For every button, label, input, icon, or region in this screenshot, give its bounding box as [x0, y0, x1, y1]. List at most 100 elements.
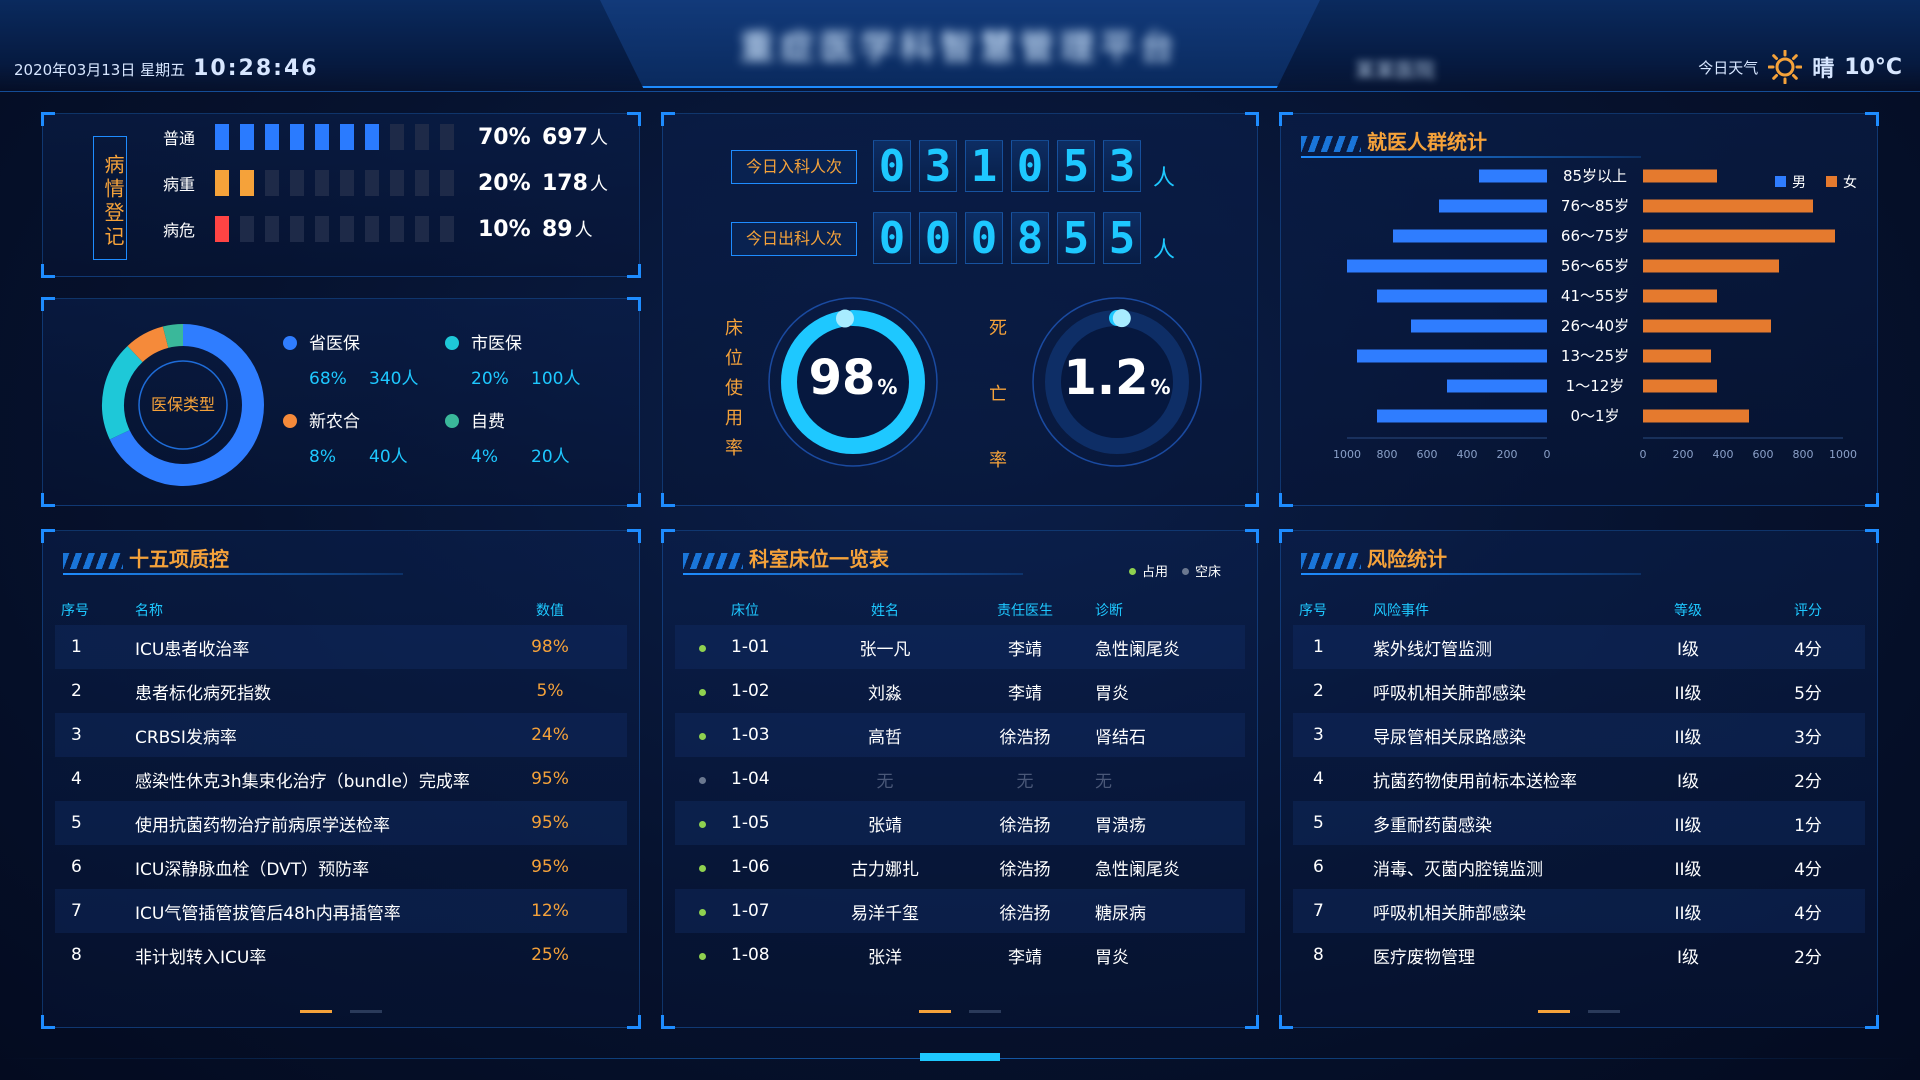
- legend-values: 4% 20人: [445, 442, 570, 467]
- quality-value: 24%: [531, 725, 569, 745]
- page-dot-2[interactable]: [350, 1010, 382, 1013]
- legend-dot: [283, 414, 297, 428]
- table-row[interactable]: 1-04 无 无 无: [675, 757, 1245, 801]
- table-row[interactable]: 5 使用抗菌药物治疗前病原学送检率 95%: [55, 801, 627, 845]
- counter-digit: 0: [873, 212, 911, 264]
- level-block: [440, 170, 454, 196]
- row-index: 3: [71, 725, 82, 745]
- table-row[interactable]: 1-05 张靖 徐浩扬 胃溃疡: [675, 801, 1245, 845]
- level-block: [315, 124, 329, 150]
- bed-doctor: 徐浩扬: [999, 727, 1051, 748]
- legend-values: 68% 340人: [283, 364, 418, 389]
- illness-level-count: 697 人: [542, 124, 608, 150]
- table-row[interactable]: 1-01 张一凡 李靖 急性阑尾炎: [675, 625, 1245, 669]
- table-row[interactable]: 4 感染性休克3h集束化治疗（bundle）完成率 95%: [55, 757, 627, 801]
- axis-tick-label: 600: [1417, 448, 1438, 461]
- temperature: 10°C: [1844, 54, 1902, 80]
- bed-legend: 占用 空床: [1128, 561, 1221, 580]
- page-dot-2[interactable]: [1588, 1010, 1620, 1013]
- counter-digit: 0: [965, 212, 1003, 264]
- quality-value: 95%: [531, 769, 569, 789]
- table-row[interactable]: 3 导尿管相关尿路感染 II级 3分: [1293, 713, 1865, 757]
- risk-level: I级: [1676, 639, 1699, 660]
- risk-score: 4分: [1794, 859, 1822, 880]
- bed-diag: 无: [1095, 771, 1112, 792]
- row-index: 7: [71, 901, 82, 921]
- death-rate-value: 1.2%: [1063, 350, 1171, 406]
- legend-dot: [445, 336, 459, 350]
- table-row[interactable]: 1-07 易洋千玺 徐浩扬 糖尿病: [675, 889, 1245, 933]
- table-row[interactable]: 6 ICU深静脉血栓（DVT）预防率 95%: [55, 845, 627, 889]
- age-category-label: 13～25岁: [1561, 347, 1629, 365]
- bed-name: 张靖: [868, 815, 902, 836]
- bed-name: 易洋千玺: [851, 903, 919, 924]
- table-row[interactable]: 1-06 古力娜扎 徐浩扬 急性阑尾炎: [675, 845, 1245, 889]
- row-index: 4: [71, 769, 82, 789]
- table-row[interactable]: 8 医疗废物管理 I级 2分: [1293, 933, 1865, 977]
- risk-pager[interactable]: [1538, 1010, 1620, 1013]
- age-category-label: 0～1岁: [1570, 407, 1619, 425]
- table-row[interactable]: 6 消毒、灭菌内腔镜监测 II级 4分: [1293, 845, 1865, 889]
- bed-bed: 1-08: [731, 945, 770, 965]
- bed-list-panel: 科室床位一览表 占用 空床 床位 姓名 责任医生 诊断 1-01 张一凡 李靖 急性阑尾炎 1-…: [661, 529, 1259, 1029]
- page-dot-1[interactable]: [1538, 1010, 1570, 1013]
- insurance-legend-item: 省医保 68% 340人: [283, 329, 418, 389]
- illness-level-name: 病危: [163, 221, 196, 240]
- insurance-center-label: 医保类型: [150, 395, 215, 414]
- level-block: [440, 216, 454, 242]
- level-block: [340, 216, 354, 242]
- quality-pager[interactable]: [300, 1010, 382, 1013]
- table-row[interactable]: 1-02 刘淼 李靖 胃炎: [675, 669, 1245, 713]
- page-dot-1[interactable]: [919, 1010, 951, 1013]
- column-header: 数值: [536, 603, 564, 619]
- quality-value: 98%: [531, 637, 569, 657]
- column-header: 诊断: [1095, 603, 1123, 619]
- page-dot-1[interactable]: [300, 1010, 332, 1013]
- risk-level: I级: [1676, 947, 1699, 968]
- female-bar: [1643, 169, 1717, 183]
- illness-level-percent: 20%: [478, 170, 531, 196]
- counter-digit: 3: [1103, 140, 1141, 192]
- table-row[interactable]: 2 呼吸机相关肺部感染 II级 5分: [1293, 669, 1865, 713]
- quality-value: 12%: [531, 901, 569, 921]
- table-row[interactable]: 2 患者标化病死指数 5%: [55, 669, 627, 713]
- bed-bed: 1-05: [731, 813, 770, 833]
- level-block: [265, 216, 279, 242]
- table-row[interactable]: 1 紫外线灯管监测 I级 4分: [1293, 625, 1865, 669]
- current-date: 2020年03月13日 星期五: [14, 61, 186, 79]
- column-header: 评分: [1794, 603, 1822, 619]
- bed-usage-label: 床位使用率: [723, 314, 745, 464]
- row-index: 2: [71, 681, 82, 701]
- table-row[interactable]: 4 抗菌药物使用前标本送检率 I级 2分: [1293, 757, 1865, 801]
- row-index: 3: [1313, 725, 1324, 745]
- female-bar: [1643, 199, 1813, 213]
- table-row[interactable]: 5 多重耐药菌感染 II级 1分: [1293, 801, 1865, 845]
- status-cell: [675, 769, 706, 789]
- counter-digit: 3: [919, 140, 957, 192]
- table-row[interactable]: 8 非计划转入ICU率 25%: [55, 933, 627, 977]
- label-char: 使: [725, 378, 743, 399]
- counter-digit: 5: [1057, 212, 1095, 264]
- bed-pager[interactable]: [919, 1010, 1001, 1013]
- count-unit: 人: [574, 220, 593, 241]
- row-index: 1: [1313, 637, 1324, 657]
- axis-tick-label: 1000: [1829, 448, 1857, 461]
- female-bar: [1643, 379, 1717, 393]
- table-row[interactable]: 7 呼吸机相关肺部感染 II级 4分: [1293, 889, 1865, 933]
- table-row[interactable]: 1-03 高哲 徐浩扬 肾结石: [675, 713, 1245, 757]
- table-row[interactable]: 1 ICU患者收治率 98%: [55, 625, 627, 669]
- counter-unit: 人: [1153, 166, 1176, 191]
- column-header: 序号: [61, 603, 89, 619]
- table-header: 序号 名称 数值: [55, 595, 627, 625]
- table-row[interactable]: 3 CRBSI发病率 24%: [55, 713, 627, 757]
- level-block: [440, 124, 454, 150]
- table-row[interactable]: 7 ICU气管插管拔管后48h内再插管率 12%: [55, 889, 627, 933]
- current-time: 10:28:46: [193, 56, 319, 81]
- table-row[interactable]: 1-08 张洋 李靖 胃炎: [675, 933, 1245, 977]
- weather-widget: 今日天气 晴 10°C: [1698, 49, 1902, 85]
- bed-doctor: 无: [1016, 771, 1034, 792]
- legend-percent: 20%: [471, 369, 509, 389]
- page-dot-2[interactable]: [969, 1010, 1001, 1013]
- counter-digit: 5: [1103, 212, 1141, 264]
- bed-name: 古力娜扎: [851, 859, 919, 880]
